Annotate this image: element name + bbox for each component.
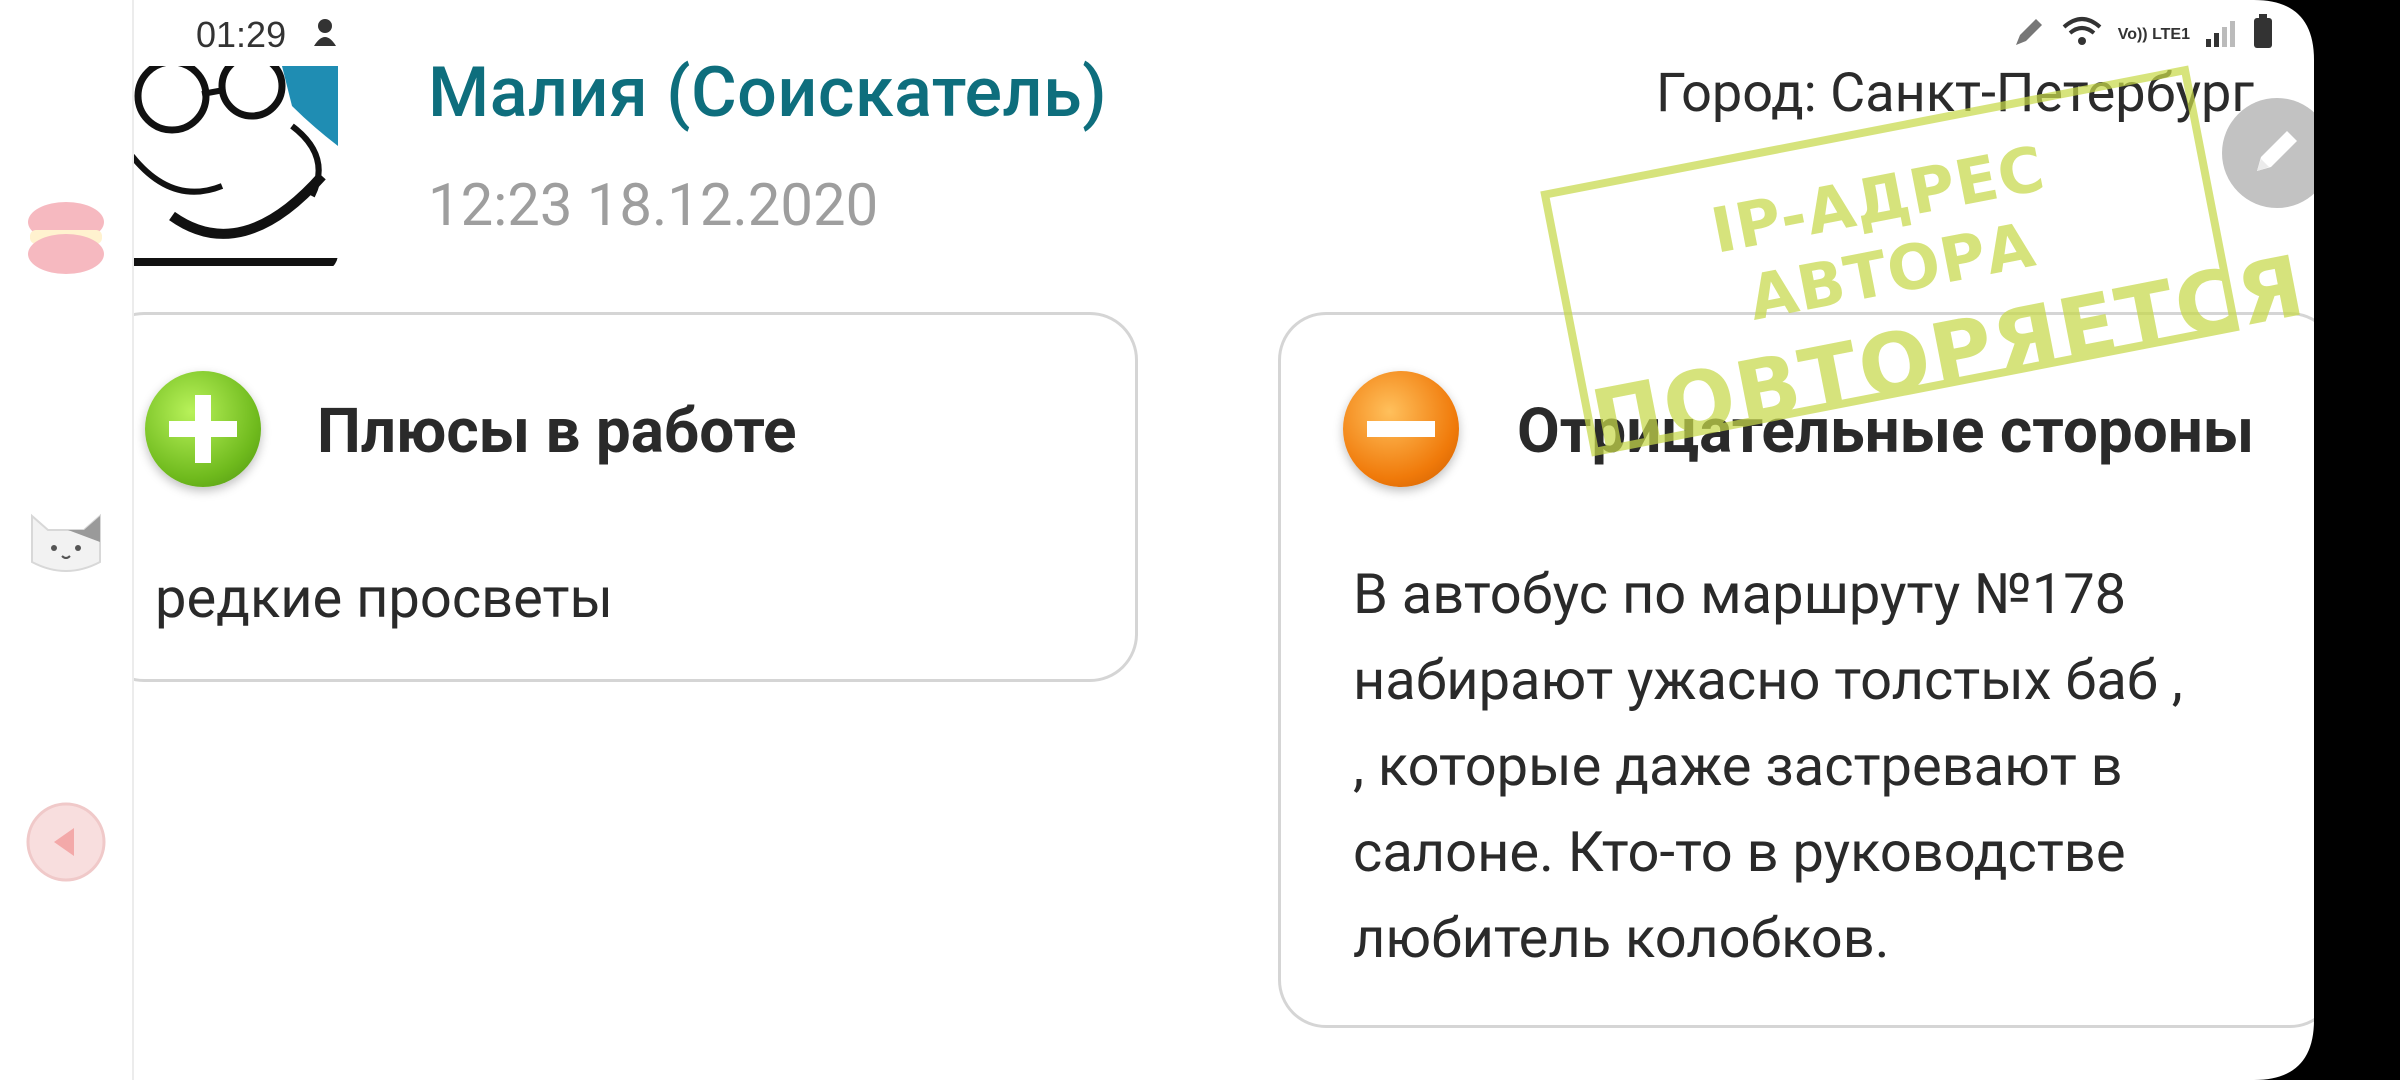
review-date: 12:23 18.12.2020 — [428, 172, 879, 240]
status-bar: 01:29 Vo)) LTE1 — [132, 0, 2314, 66]
pencil-icon — [2249, 123, 2305, 183]
author-avatar[interactable] — [132, 66, 338, 272]
network-label: Vo)) LTE1 — [2117, 25, 2190, 43]
pros-text: редкие просветы — [155, 565, 613, 631]
pros-title: Плюсы в работе — [317, 395, 797, 468]
cons-text-line: любитель колобков. — [1353, 905, 1890, 971]
cat-icon[interactable] — [24, 496, 108, 580]
signal-icon — [2204, 15, 2238, 54]
cons-text-line: , которые даже застревают в — [1353, 733, 2123, 799]
notification-icon — [308, 16, 342, 55]
wifi-icon — [2060, 15, 2104, 54]
plus-icon — [145, 371, 261, 487]
cons-text-line: В автобус по маршруту №178 — [1353, 561, 2127, 627]
macaron-icon[interactable] — [24, 196, 108, 280]
status-time: 01:29 — [196, 14, 287, 55]
pen-icon — [2012, 15, 2046, 54]
floating-side-panel — [0, 0, 134, 1080]
cons-text-line: набирают ужасно толстых баб , — [1353, 647, 2183, 713]
pros-card: Плюсы в работе редкие просветы — [96, 312, 1138, 682]
status-icons: Vo)) LTE1 — [2012, 14, 2274, 55]
device-edge — [2314, 0, 2400, 1080]
minus-icon — [1343, 371, 1459, 487]
battery-icon — [2252, 14, 2274, 55]
cons-text-line: салоне. Кто-то в руководстве — [1353, 819, 2126, 885]
back-arrow-icon[interactable] — [24, 800, 108, 884]
cons-text: В автобус по маршруту №178 набирают ужас… — [1353, 551, 2183, 981]
